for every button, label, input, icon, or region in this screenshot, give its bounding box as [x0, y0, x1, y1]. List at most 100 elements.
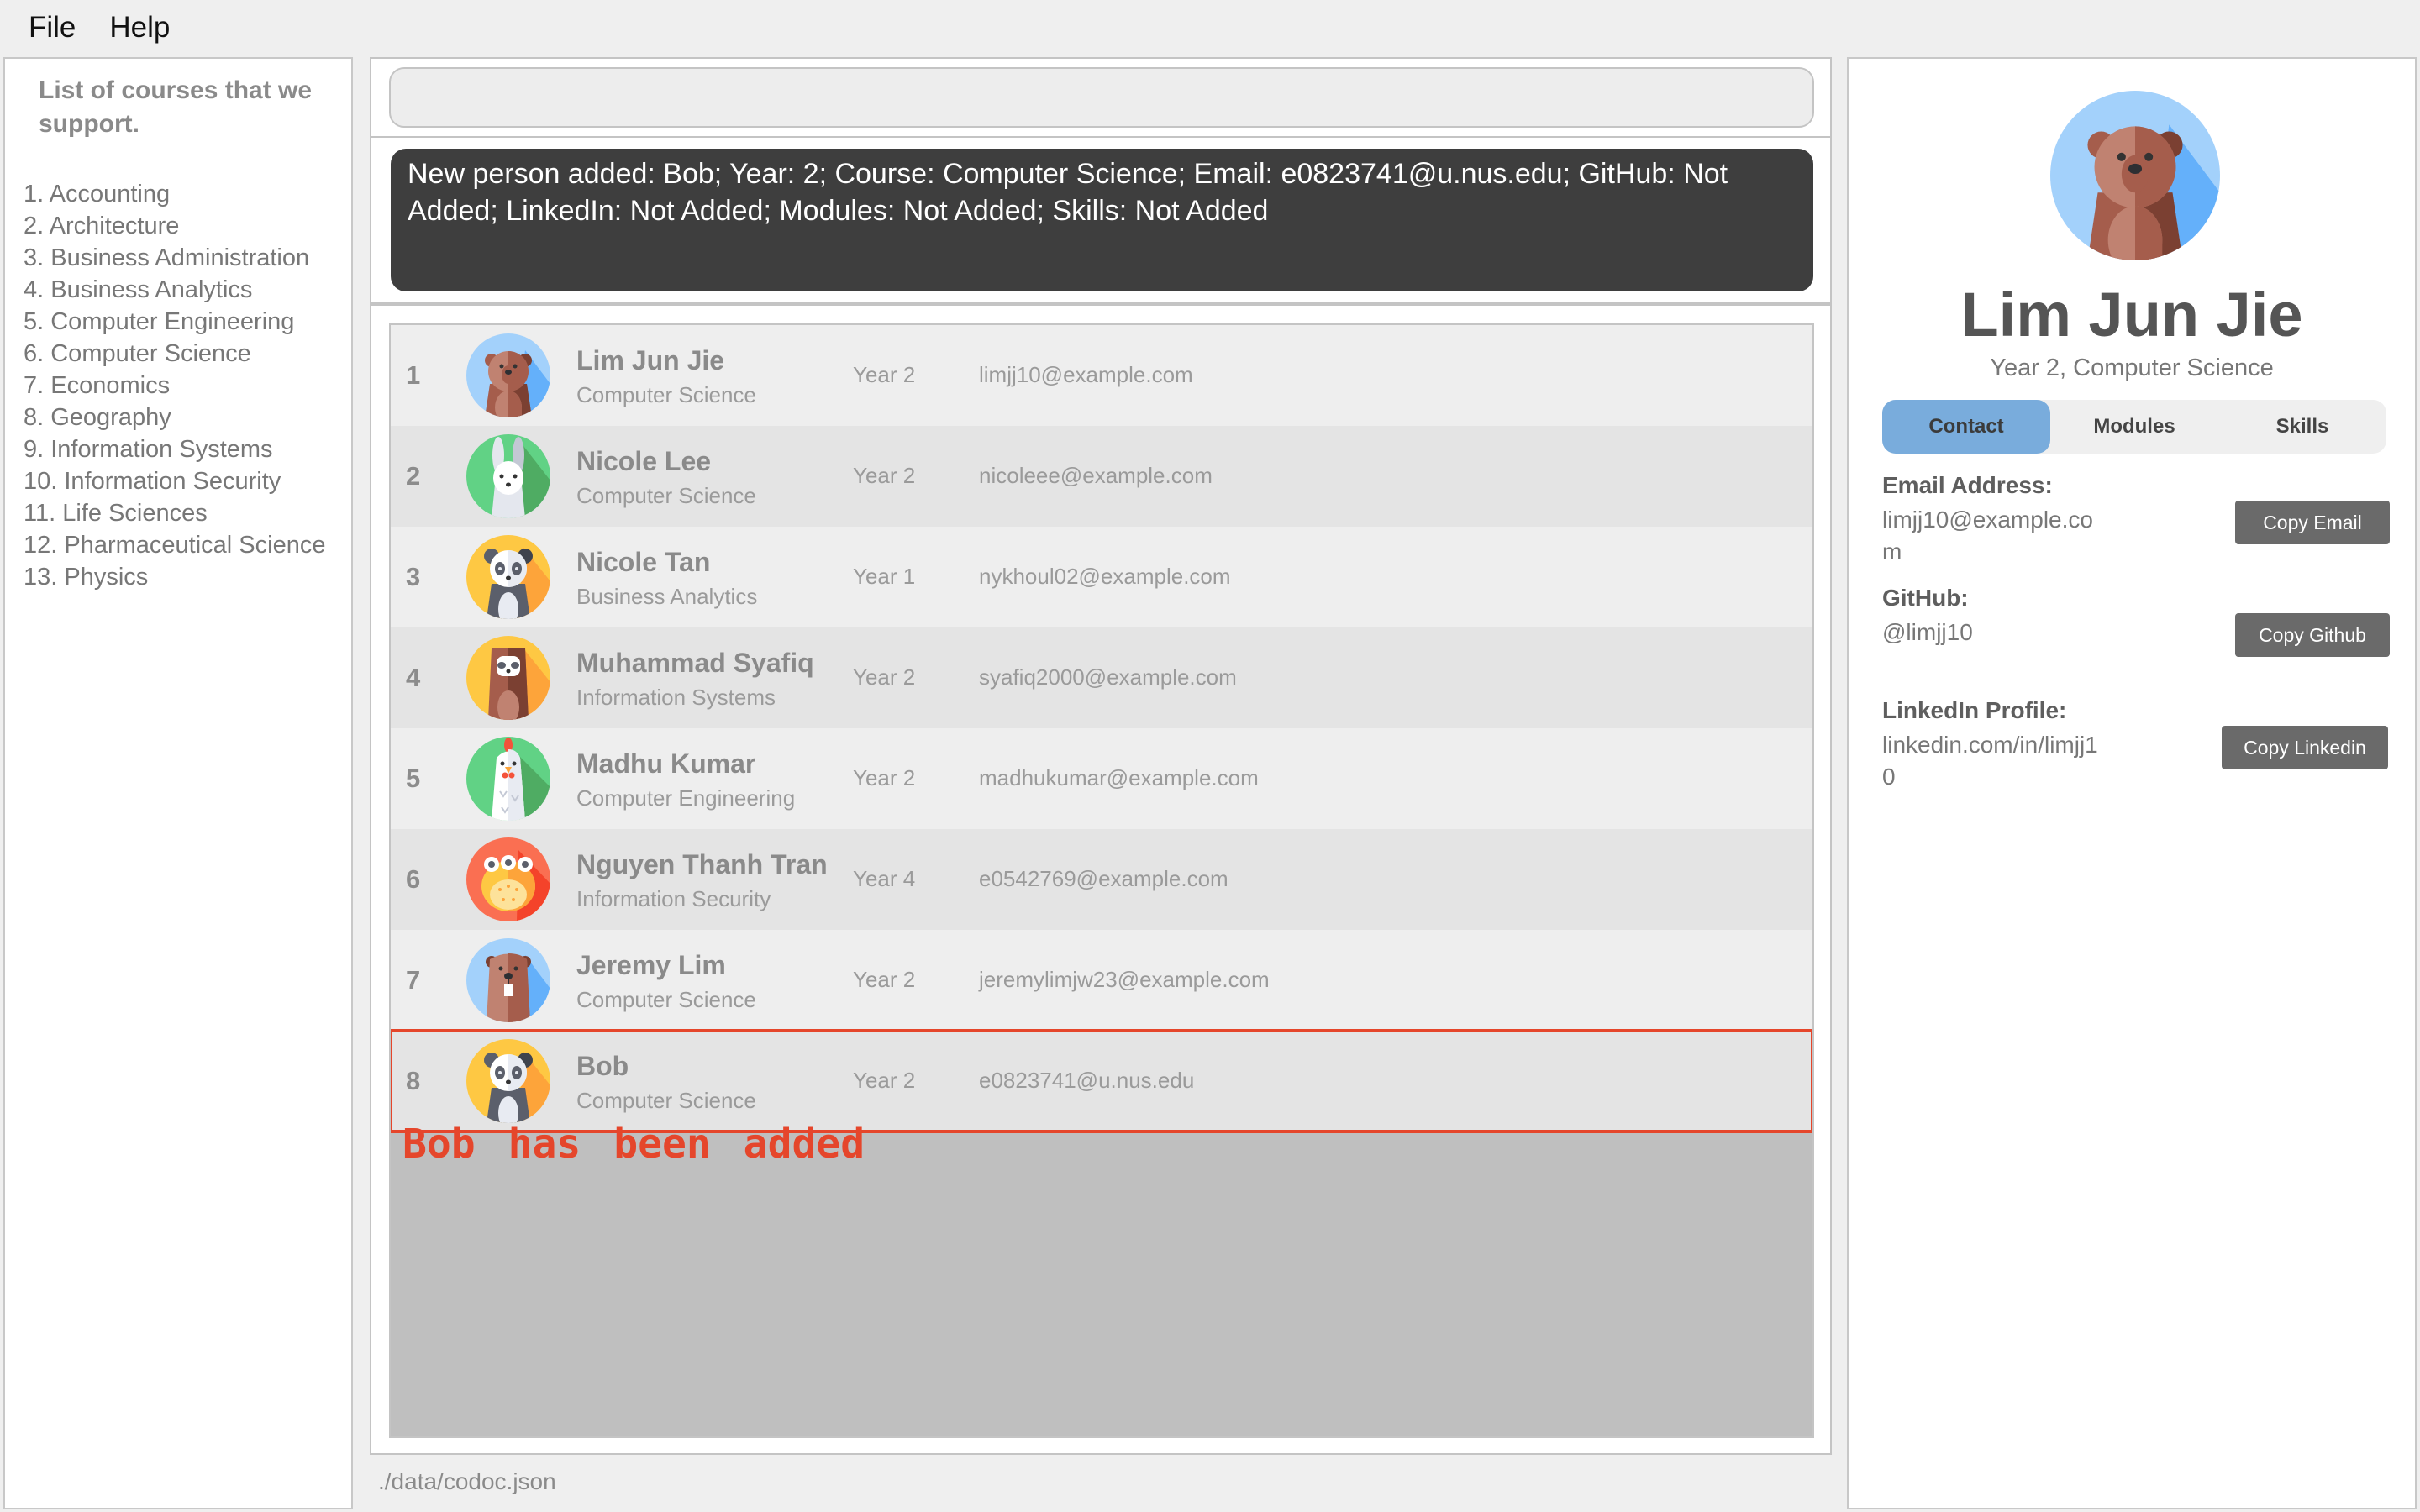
- course-item: 4. Business Analytics: [24, 276, 253, 303]
- person-email: nykhoul02@example.com: [979, 564, 1231, 589]
- person-course: Computer Engineering: [576, 785, 796, 811]
- github-value: @limjj10: [1882, 619, 1973, 645]
- course-item: 13. Physics: [24, 564, 149, 591]
- person-email: e0823741@u.nus.edu: [979, 1068, 1195, 1093]
- copy-linkedin-button[interactable]: Copy Linkedin: [2222, 726, 2388, 769]
- person-year: Year 2: [853, 1068, 916, 1093]
- person-email: nicoleee@example.com: [979, 463, 1213, 488]
- person-course: Information Systems: [576, 685, 776, 710]
- beaver-icon: [466, 938, 550, 1022]
- course-list: 1. Accounting 2. Architecture 3. Busines…: [24, 178, 325, 593]
- course-item: 6. Computer Science: [24, 340, 251, 367]
- tab-contact[interactable]: Contact: [1882, 400, 2050, 454]
- person-index: 2: [406, 461, 421, 491]
- person-row[interactable]: 4 Muhammad Syafiq Information Systems Ye…: [391, 627, 1812, 728]
- course-item: 10. Information Security: [24, 468, 281, 495]
- person-name: Jeremy Lim: [576, 950, 726, 980]
- person-index: 5: [406, 764, 421, 793]
- person-list-panel: 1 Lim Jun Jie Computer Science Year 2 li…: [370, 304, 1832, 1455]
- bear-icon: [466, 333, 550, 417]
- tab-modules[interactable]: Modules: [2050, 400, 2218, 454]
- course-item: 7. Economics: [24, 372, 171, 399]
- pufferfish-icon: [466, 837, 550, 921]
- person-email: madhukumar@example.com: [979, 765, 1259, 790]
- person-course: Business Analytics: [576, 584, 758, 609]
- person-row[interactable]: 8 Bob Computer Science Year 2 e0823741@u…: [391, 1029, 1812, 1133]
- command-panel: [370, 57, 1832, 138]
- person-index: 7: [406, 965, 421, 995]
- person-course: Computer Science: [576, 382, 756, 407]
- course-item: 12. Pharmaceutical Science: [24, 532, 326, 559]
- detail-subtitle: Year 2, Computer Science: [1990, 354, 2274, 381]
- bear-icon: [2050, 91, 2220, 260]
- person-course: Computer Science: [576, 1088, 756, 1113]
- person-email: limjj10@example.com: [979, 362, 1193, 387]
- person-index: 4: [406, 663, 421, 692]
- person-course: Computer Science: [576, 987, 756, 1012]
- course-item: 9. Information Systems: [24, 436, 273, 463]
- course-item: 8. Geography: [24, 404, 171, 431]
- person-year: Year 2: [853, 967, 916, 992]
- detail-tabs: Contact Modules Skills: [1882, 400, 2386, 454]
- course-item: 1. Accounting: [24, 181, 171, 207]
- person-course: Computer Science: [576, 483, 756, 508]
- person-year: Year 2: [853, 765, 916, 790]
- person-index: 3: [406, 562, 421, 591]
- rabbit-icon: [466, 434, 550, 518]
- person-course: Information Security: [576, 886, 771, 911]
- person-name: Nicole Lee: [576, 446, 712, 476]
- person-name: Bob: [576, 1051, 629, 1081]
- person-year: Year 2: [853, 362, 916, 387]
- github-label: GitHub:: [1882, 585, 1969, 611]
- copy-email-button[interactable]: Copy Email: [2235, 501, 2390, 544]
- app-window: File Help List of courses that we suppor…: [0, 0, 2420, 1512]
- person-detail-panel: Lim Jun Jie Year 2, Computer Science Con…: [1847, 57, 2417, 1509]
- person-row[interactable]: 3 Nicole Tan Business Analytics Year 1 n…: [391, 527, 1812, 627]
- person-list[interactable]: 1 Lim Jun Jie Computer Science Year 2 li…: [389, 323, 1814, 1438]
- person-row[interactable]: 5 Madhu Kumar Computer Engineering Year …: [391, 728, 1812, 829]
- course-item: 5. Computer Engineering: [24, 308, 295, 335]
- course-item: 2. Architecture: [24, 213, 180, 239]
- person-name: Nicole Tan: [576, 547, 711, 577]
- person-index: 6: [406, 864, 421, 894]
- person-email: syafiq2000@example.com: [979, 664, 1237, 690]
- person-index: 1: [406, 360, 421, 390]
- result-message: New person added: Bob; Year: 2; Course: …: [391, 149, 1813, 291]
- person-index: 8: [406, 1066, 421, 1095]
- status-file-path: ./data/codoc.json: [378, 1468, 556, 1494]
- person-year: Year 2: [853, 664, 916, 690]
- email-value: limjj10@example.com: [1882, 507, 2093, 564]
- person-email: jeremylimjw23@example.com: [979, 967, 1270, 992]
- person-row[interactable]: 1 Lim Jun Jie Computer Science Year 2 li…: [391, 325, 1812, 426]
- panda-icon: [466, 1039, 550, 1123]
- person-year: Year 2: [853, 463, 916, 488]
- person-name: Nguyen Thanh Tran: [576, 849, 828, 879]
- menu-file[interactable]: File: [29, 11, 76, 45]
- person-row[interactable]: 2 Nicole Lee Computer Science Year 2 nic…: [391, 426, 1812, 527]
- person-row[interactable]: 6 Nguyen Thanh Tran Information Security…: [391, 829, 1812, 930]
- person-row[interactable]: 7 Jeremy Lim Computer Science Year 2 jer…: [391, 930, 1812, 1031]
- person-name: Lim Jun Jie: [576, 345, 725, 375]
- result-panel: New person added: Bob; Year: 2; Course: …: [370, 136, 1832, 304]
- course-item: 3. Business Administration: [24, 244, 310, 271]
- linkedin-label: LinkedIn Profile:: [1882, 697, 2067, 723]
- sloth-icon: [466, 636, 550, 720]
- sidebar-title: List of courses that we support.: [39, 76, 313, 138]
- tab-skills[interactable]: Skills: [2218, 400, 2386, 454]
- person-year: Year 4: [853, 866, 916, 891]
- person-name: Muhammad Syafiq: [576, 648, 814, 678]
- chicken-icon: [466, 737, 550, 821]
- command-input[interactable]: [389, 67, 1814, 128]
- email-label: Email Address:: [1882, 472, 2053, 498]
- added-annotation: Bob has been added: [402, 1121, 865, 1168]
- course-sidebar: List of courses that we support. 1. Acco…: [3, 57, 353, 1509]
- menu-bar: File Help: [0, 0, 2420, 55]
- person-name: Madhu Kumar: [576, 748, 756, 779]
- course-item: 11. Life Sciences: [24, 500, 208, 527]
- copy-github-button[interactable]: Copy Github: [2235, 613, 2390, 657]
- person-year: Year 1: [853, 564, 916, 589]
- menu-help[interactable]: Help: [109, 11, 170, 45]
- linkedin-value: linkedin.com/in/limjj10: [1882, 732, 2098, 790]
- panda-icon: [466, 535, 550, 619]
- detail-name: Lim Jun Jie: [1960, 280, 2303, 349]
